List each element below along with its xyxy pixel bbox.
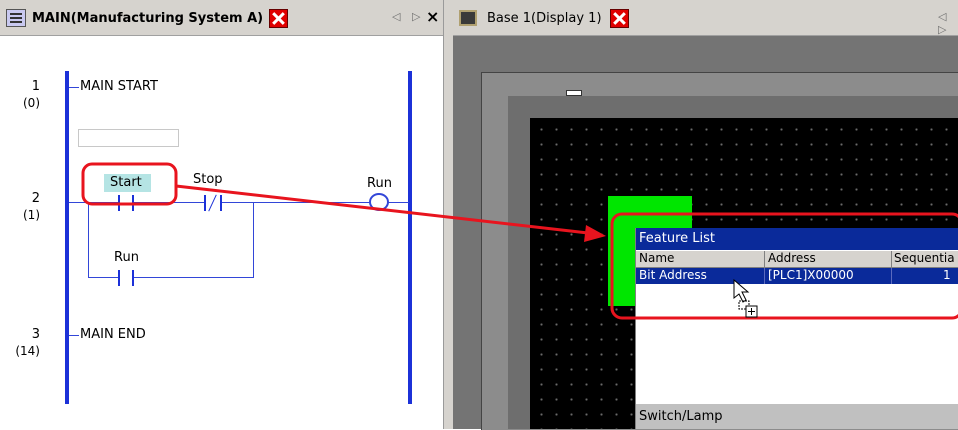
branch-wire-right <box>253 202 254 277</box>
tab-base-title: Base 1(Display 1) <box>487 10 602 26</box>
rung-wire <box>69 335 79 336</box>
row-address: [PLC1]X00000 <box>768 268 854 282</box>
left-tab-bar: MAIN(Manufacturing System A) ◁ ▷ × <box>0 0 443 36</box>
column-sequential[interactable]: Sequentia <box>894 251 955 265</box>
main-end-label: MAIN END <box>80 327 146 342</box>
bezel-indicator <box>566 90 582 96</box>
rung-step: (14) <box>15 344 40 358</box>
main-start-label: MAIN START <box>80 79 158 94</box>
run-coil[interactable] <box>369 193 389 211</box>
tab-base-display[interactable]: Base 1(Display 1) <box>459 3 629 33</box>
tab-main-ladder[interactable]: MAIN(Manufacturing System A) <box>6 3 289 33</box>
column-address[interactable]: Address <box>768 251 816 265</box>
footer-label: Switch/Lamp <box>639 409 723 424</box>
rung-step: (1) <box>23 208 40 222</box>
stop-contact[interactable] <box>196 194 230 212</box>
feature-list-footer: Switch/Lamp <box>636 404 958 429</box>
run-contact-label: Run <box>114 250 139 265</box>
tab-close-icon[interactable] <box>609 8 629 28</box>
feature-list-window: Feature List Name Address Sequentia Bit … <box>635 228 958 429</box>
start-contact[interactable] <box>112 195 140 211</box>
row-name: Bit Address <box>639 268 707 282</box>
column-name[interactable]: Name <box>639 251 674 265</box>
rung-step: (0) <box>23 96 40 110</box>
tab-main-title: MAIN(Manufacturing System A) <box>32 10 264 26</box>
rung-wire <box>69 87 79 88</box>
run-contact[interactable] <box>112 270 140 286</box>
branch-wire-left <box>88 202 89 277</box>
ladder-editor: 1 (0) MAIN START 2 (1) Start Stop Run Ru… <box>0 36 443 429</box>
ladder-program-icon <box>6 9 26 27</box>
column-divider <box>891 251 892 267</box>
right-tab-bar: Base 1(Display 1) ◁ ▷ <box>453 0 958 36</box>
rung-number: 2 <box>31 191 40 206</box>
tab-scroll-arrows[interactable]: ◁ ▷ <box>938 10 958 36</box>
start-contact-label: Start <box>110 175 142 190</box>
tab-scroll-arrows[interactable]: ◁ ▷ <box>392 10 424 23</box>
tab-close-icon[interactable] <box>269 8 289 28</box>
stop-contact-label: Stop <box>193 172 223 187</box>
column-divider <box>764 251 765 267</box>
comment-box[interactable] <box>78 129 179 147</box>
pane-close-icon[interactable]: × <box>426 7 439 26</box>
row-seq: 1 <box>943 268 951 282</box>
left-power-rail <box>65 71 69 404</box>
rung-number: 3 <box>31 327 40 342</box>
feature-list-header: Name Address Sequentia <box>636 251 958 268</box>
display-screen-icon <box>459 10 477 26</box>
cell-divider <box>891 268 892 284</box>
rung-number: 1 <box>31 79 40 94</box>
feature-list-title: Feature List <box>639 231 715 246</box>
cell-divider <box>764 268 765 284</box>
feature-list-row[interactable]: Bit Address [PLC1]X00000 1 <box>636 268 958 284</box>
run-coil-label: Run <box>367 176 392 191</box>
right-power-rail <box>408 71 412 404</box>
feature-list-titlebar[interactable]: Feature List <box>636 228 958 250</box>
